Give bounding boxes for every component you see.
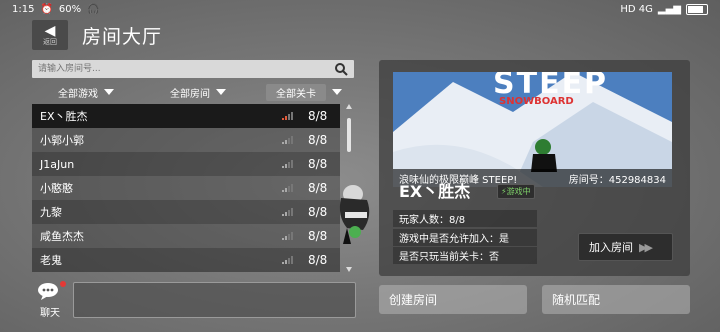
room-player-count: 8/8 <box>308 181 328 195</box>
room-row[interactable]: 咸鱼杰杰 8/8 <box>32 224 340 248</box>
room-player-count: 8/8 <box>308 133 328 147</box>
status-bar: 1:15 ⏰ 60% 🎧 HD 4G ▂▄▆ <box>0 0 720 22</box>
battery-percent: 60% <box>58 4 82 15</box>
chat-button[interactable]: 聊天 <box>32 281 68 319</box>
join-room-label: 加入房间 <box>589 241 633 254</box>
arrow-left-icon: ◀ <box>44 23 56 39</box>
caret-down-icon <box>104 89 114 95</box>
status-badge: ⚡游戏中 <box>497 184 535 199</box>
filter-game-label: 全部游戏 <box>58 88 98 100</box>
room-row[interactable]: 老鬼 8/8 <box>32 248 340 272</box>
caret-down-icon <box>216 89 226 95</box>
signal-strength-icon <box>282 112 293 120</box>
room-name: EX丶胜杰 <box>40 110 88 123</box>
filter-room-dropdown[interactable]: 全部房间 <box>144 83 252 101</box>
signal-strength-icon <box>282 256 293 264</box>
scroll-thumb[interactable] <box>347 118 351 152</box>
headphone-icon: 🎧 <box>87 4 100 15</box>
caret-down-icon <box>332 89 342 95</box>
player-character <box>339 185 370 244</box>
network-label: HD 4G <box>620 4 653 15</box>
room-name: 咸鱼杰杰 <box>40 230 84 243</box>
signal-icon: ▂▄▆ <box>657 4 681 15</box>
filter-level-dropdown[interactable]: 全部关卡 <box>254 83 354 101</box>
random-match-label: 随机匹配 <box>552 293 601 307</box>
players-info: 玩家人数：8/8 <box>393 210 537 227</box>
room-name: 老鬼 <box>40 254 62 267</box>
double-chevron-right-icon: ▶▶ <box>639 240 653 254</box>
filter-level-label: 全部关卡 <box>266 83 326 101</box>
chat-message-box[interactable] <box>73 282 356 318</box>
signal-strength-icon <box>282 232 293 240</box>
detail-room-name: EX丶胜杰 <box>399 182 471 201</box>
status-badge-label: 游戏中 <box>506 187 531 196</box>
scroll-up-icon[interactable] <box>346 104 352 109</box>
room-row[interactable]: 小憨憨 8/8 <box>32 176 340 200</box>
signal-strength-icon <box>282 136 293 144</box>
signal-strength-icon <box>282 184 293 192</box>
back-button[interactable]: ◀ 返回 <box>32 20 68 50</box>
create-room-label: 创建房间 <box>389 293 438 307</box>
back-label: 返回 <box>43 38 57 46</box>
page-title: 房间大厅 <box>82 26 163 48</box>
room-name: 小憨憨 <box>40 182 73 195</box>
room-name: J1aJun <box>40 157 75 171</box>
create-room-button[interactable]: 创建房间 <box>379 285 527 314</box>
room-id: 房间号：452984834 <box>568 174 666 186</box>
room-row[interactable]: EX丶胜杰 8/8 <box>32 104 340 128</box>
signal-strength-icon <box>282 208 293 216</box>
room-search-input[interactable] <box>38 60 328 78</box>
chat-label: 聊天 <box>40 308 60 319</box>
room-row[interactable]: 小郭小郭 8/8 <box>32 128 340 152</box>
room-row[interactable]: 九黎 8/8 <box>32 200 340 224</box>
allow-join-info: 游戏中是否允许加入：是 <box>393 229 537 246</box>
room-detail-panel: STEEP SNOWBOARD 浪味仙的极限巅峰 STEEP! 房间号：4529… <box>379 60 690 276</box>
filter-bar: 全部游戏 全部房间 全部关卡 <box>32 83 354 101</box>
room-search-bar <box>32 60 354 78</box>
room-row[interactable]: J1aJun 8/8 <box>32 152 340 176</box>
level-preview-image: STEEP SNOWBOARD 浪味仙的极限巅峰 STEEP! 房间号：4529… <box>393 72 672 187</box>
filter-game-dropdown[interactable]: 全部游戏 <box>32 83 140 101</box>
random-match-button[interactable]: 随机匹配 <box>542 285 690 314</box>
join-room-button[interactable]: 加入房间 ▶▶ <box>578 233 673 261</box>
room-name: 小郭小郭 <box>40 134 84 147</box>
room-player-count: 8/8 <box>308 109 328 123</box>
clock-time: 1:15 <box>12 4 35 15</box>
preview-sub: SNOWBOARD <box>499 96 574 107</box>
notification-dot <box>60 281 66 287</box>
battery-icon <box>686 4 708 15</box>
room-name: 九黎 <box>40 206 62 219</box>
room-player-count: 8/8 <box>308 205 328 219</box>
room-player-count: 8/8 <box>308 157 328 171</box>
filter-room-label: 全部房间 <box>170 88 210 100</box>
room-player-count: 8/8 <box>308 253 328 267</box>
signal-strength-icon <box>282 160 293 168</box>
level-only-info: 是否只玩当前关卡：否 <box>393 247 537 264</box>
search-icon[interactable] <box>334 62 348 76</box>
alarm-icon: ⏰ <box>40 4 53 15</box>
scroll-down-icon[interactable] <box>346 267 352 272</box>
room-player-count: 8/8 <box>308 229 328 243</box>
room-list: EX丶胜杰 8/8 小郭小郭 8/8 J1aJun 8/8 小憨憨 8/8 九黎… <box>32 104 340 272</box>
